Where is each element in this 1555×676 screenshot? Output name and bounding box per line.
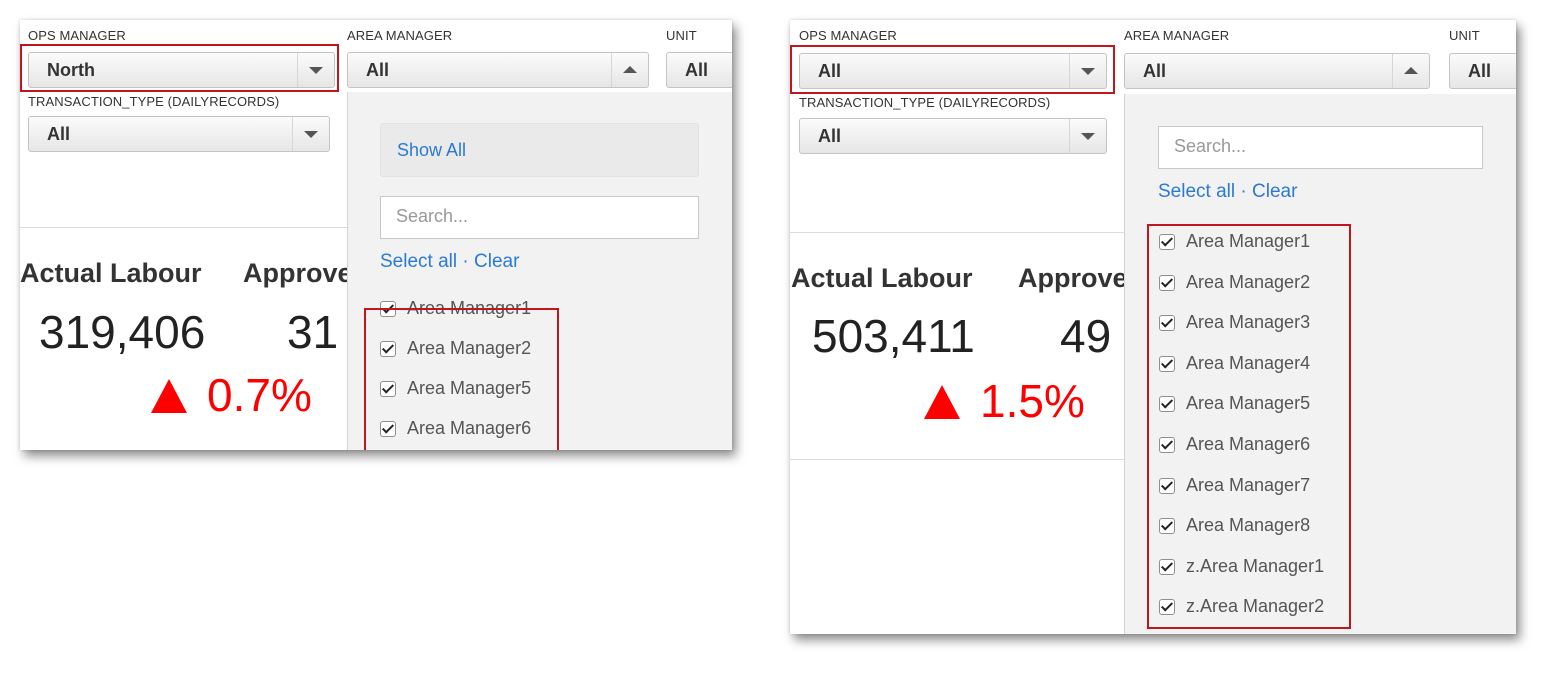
ops-manager-label: OPS MANAGER xyxy=(28,28,126,43)
area-manager-label: AREA MANAGER xyxy=(1124,28,1230,43)
transaction-type-label: TRANSACTION_TYPE (DAILYRECORDS) xyxy=(28,94,280,109)
area-manager-dropdown[interactable]: All xyxy=(1124,53,1430,89)
unit-value: All xyxy=(1468,61,1492,81)
kpi-approved-value: 49 xyxy=(1060,310,1112,362)
caret-down-icon xyxy=(1081,133,1095,140)
area-manager-dropdown[interactable]: All xyxy=(347,52,649,88)
ops-manager-highlight xyxy=(790,45,1115,94)
unit-dropdown[interactable]: All xyxy=(666,52,732,88)
show-all-button[interactable]: Show All xyxy=(380,123,699,177)
unit-label: UNIT xyxy=(666,28,697,43)
select-all-link[interactable]: Select all xyxy=(1158,181,1235,202)
select-links: Select all · Clear xyxy=(380,251,520,272)
list-highlight xyxy=(1147,224,1351,629)
area-manager-menu: Show All Search... Select all · Clear Ar… xyxy=(347,92,732,450)
caret-up-icon xyxy=(1404,67,1418,74)
transaction-type-value: All xyxy=(818,126,842,146)
ops-manager-label: OPS MANAGER xyxy=(799,28,897,43)
area-manager-menu: Search... Select all · Clear Area Manage… xyxy=(1124,94,1516,634)
unit-value: All xyxy=(685,60,709,80)
unit-dropdown[interactable]: All xyxy=(1449,53,1516,89)
kpi-delta: 1.5% xyxy=(924,374,1085,428)
ops-manager-highlight xyxy=(20,44,339,92)
area-manager-value: All xyxy=(1143,61,1167,81)
transaction-type-dropdown[interactable]: All xyxy=(799,118,1107,154)
divider xyxy=(790,459,1130,460)
kpi-approved-title: Approve xyxy=(1018,263,1128,293)
clear-link[interactable]: Clear xyxy=(474,251,519,272)
caret-up-icon xyxy=(623,66,637,73)
right-screenshot-panel: OPS MANAGER All AREA MANAGER All UNIT Al… xyxy=(790,20,1516,634)
transaction-type-dropdown[interactable]: All xyxy=(28,116,330,152)
left-screenshot-panel: OPS MANAGER North AREA MANAGER All UNIT … xyxy=(20,20,732,450)
transaction-type-label: TRANSACTION_TYPE (DAILYRECORDS) xyxy=(799,95,1051,110)
kpi-delta-value: 1.5% xyxy=(980,375,1085,427)
kpi-approved-title: Approve xyxy=(243,258,353,288)
kpi-actual-labour-title: Actual Labour xyxy=(20,258,202,288)
search-input[interactable]: Search... xyxy=(380,196,699,239)
kpi-actual-labour-title: Actual Labour xyxy=(791,263,973,293)
area-manager-label: AREA MANAGER xyxy=(347,28,453,43)
up-triangle-icon xyxy=(924,385,960,419)
divider xyxy=(20,227,350,228)
area-manager-value: All xyxy=(366,60,390,80)
kpi-delta: 0.7% xyxy=(151,368,312,422)
caret-down-icon xyxy=(304,131,318,138)
select-all-link[interactable]: Select all xyxy=(380,251,457,272)
transaction-type-value: All xyxy=(47,124,71,144)
clear-link[interactable]: Clear xyxy=(1252,181,1297,202)
up-triangle-icon xyxy=(151,379,187,413)
kpi-actual-labour-value: 503,411 xyxy=(812,310,975,362)
search-input[interactable]: Search... xyxy=(1158,126,1483,169)
kpi-approved-value: 31 xyxy=(287,306,339,358)
select-links: Select all · Clear xyxy=(1158,181,1298,202)
list-highlight xyxy=(364,308,559,450)
unit-label: UNIT xyxy=(1449,28,1480,43)
kpi-actual-labour-value: 319,406 xyxy=(39,306,206,358)
kpi-delta-value: 0.7% xyxy=(207,369,312,421)
divider xyxy=(790,232,1130,233)
